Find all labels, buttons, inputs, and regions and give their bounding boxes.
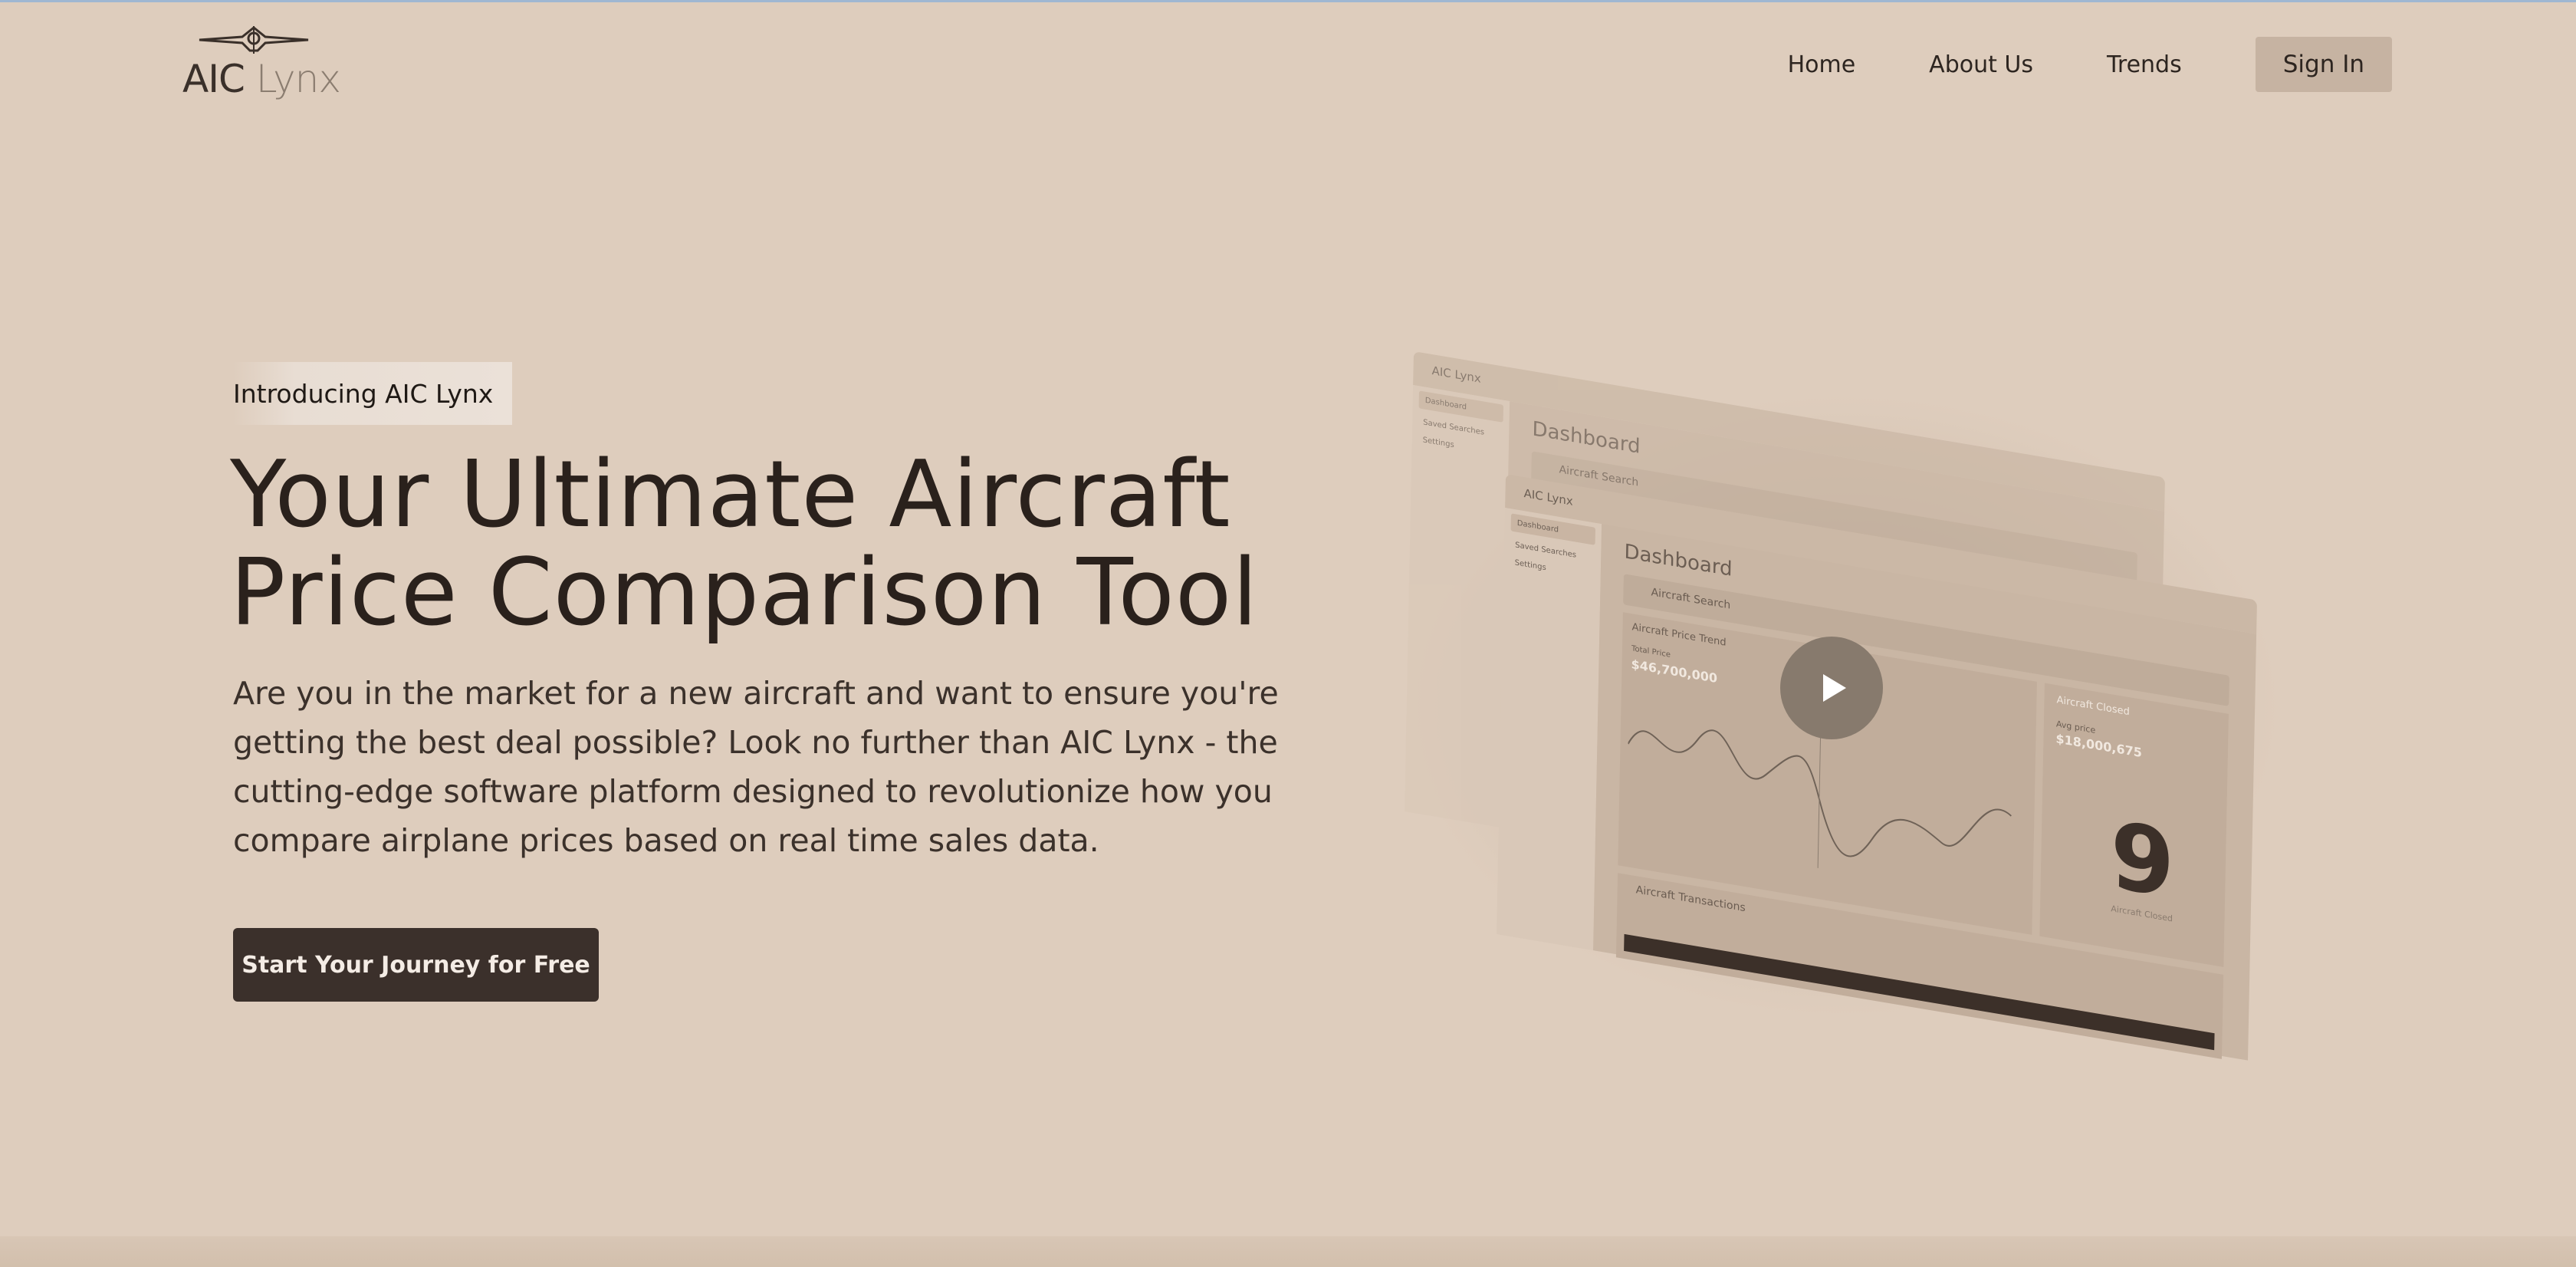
- brand-logo[interactable]: AIC Lynx: [182, 23, 341, 103]
- description-line: compare airplane prices based on real ti…: [233, 822, 1099, 859]
- sign-in-button[interactable]: Sign In: [2255, 37, 2392, 92]
- airplane-logo-icon: [199, 26, 309, 54]
- headline-line: Your Ultimate Aircraft: [230, 442, 1231, 548]
- brand-name-primary: AIC: [182, 57, 245, 101]
- nav-trends[interactable]: Trends: [2107, 51, 2182, 78]
- mock-sidebar: Dashboard Saved Searches Settings: [1497, 508, 1602, 951]
- headline-line: Price Comparison Tool: [230, 540, 1259, 647]
- mock-logo: AIC Lynx: [1431, 364, 1481, 386]
- nav-home[interactable]: Home: [1788, 51, 1856, 78]
- mock-closed-count: 9: [2109, 801, 2176, 920]
- description-line: cutting-edge software platform designed …: [233, 773, 1273, 810]
- description-line: getting the best deal possible? Look no …: [233, 724, 1278, 761]
- mock-sidebar: Dashboard Saved Searches Settings: [1405, 385, 1510, 828]
- mock-search-label: Aircraft Search: [1651, 586, 1731, 612]
- hero-description: Are you in the market for a new aircraft…: [233, 669, 1291, 865]
- play-video-button[interactable]: [1780, 637, 1883, 739]
- mock-table-title: Aircraft Transactions: [1635, 884, 1746, 915]
- section-divider: [0, 1236, 2576, 1267]
- mock-title: Dashboard: [1532, 417, 1641, 459]
- mock-chart-title: Aircraft Price Trend: [1631, 621, 1727, 649]
- hero-headline: Your Ultimate Aircraft Price Comparison …: [230, 446, 1303, 643]
- mock-closed-card: Aircraft Closed Avg price $18,000,675 9 …: [2039, 683, 2229, 967]
- main-nav: Home About Us Trends Sign In: [1788, 37, 2392, 92]
- mock-card-title: Aircraft Closed: [2056, 694, 2130, 719]
- nav-about-us[interactable]: About Us: [1929, 51, 2033, 78]
- product-preview: AIC Lynx Dashboard Saved Searches Settin…: [1380, 330, 2300, 1061]
- mock-avg-price-value: $18,000,675: [2055, 731, 2143, 761]
- intro-badge: Introducing AIC Lynx: [233, 362, 512, 425]
- brand-name-secondary: Lynx: [255, 57, 341, 101]
- start-journey-button[interactable]: Start Your Journey for Free: [233, 928, 599, 1002]
- mock-logo: AIC Lynx: [1523, 486, 1573, 508]
- brand-wordmark: AIC Lynx: [182, 57, 341, 101]
- mock-total-price-value: $46,700,000: [1631, 657, 1718, 686]
- play-icon: [1823, 674, 1846, 702]
- top-border: [0, 0, 2576, 2]
- description-line: Are you in the market for a new aircraft…: [233, 675, 1279, 712]
- mock-title: Dashboard: [1624, 540, 1733, 581]
